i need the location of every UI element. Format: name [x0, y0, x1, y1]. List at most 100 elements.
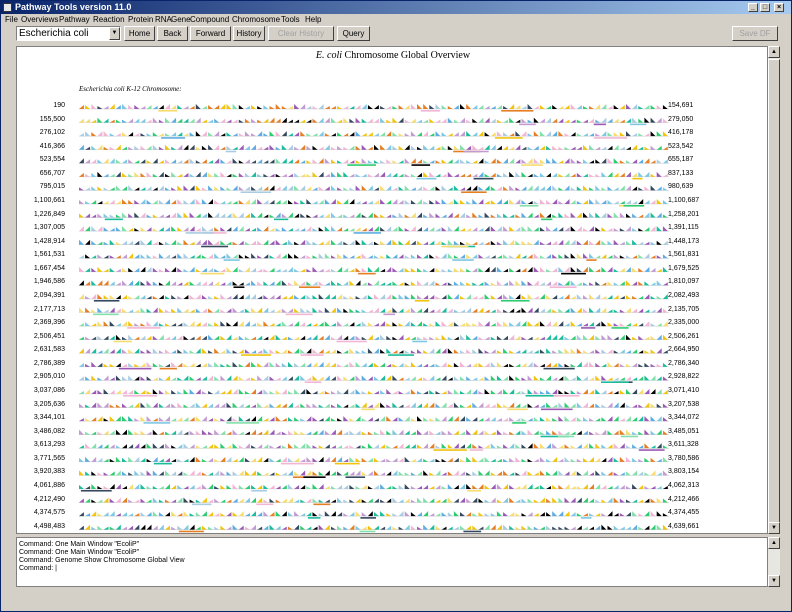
gene-mark[interactable] [361, 294, 367, 299]
gene-mark[interactable] [509, 443, 515, 449]
gene-mark[interactable] [417, 186, 422, 191]
gene-mark[interactable] [656, 443, 662, 449]
gene-mark[interactable] [115, 214, 121, 218]
gene-mark[interactable] [429, 336, 435, 340]
gene-mark[interactable] [220, 159, 226, 164]
gene-mark[interactable] [576, 525, 582, 530]
gene-mark[interactable] [410, 485, 416, 489]
gene-mark[interactable] [478, 186, 484, 191]
gene-mark[interactable] [85, 187, 91, 191]
gene-mark[interactable] [189, 430, 195, 435]
gene-mark[interactable] [576, 267, 582, 272]
gene-mark[interactable] [490, 483, 496, 489]
gene-mark[interactable] [79, 239, 84, 245]
gene-mark[interactable] [386, 525, 392, 530]
gene-mark[interactable] [552, 240, 558, 245]
gene-mark[interactable] [558, 511, 564, 517]
gene-mark[interactable] [423, 227, 429, 232]
gene-mark[interactable] [484, 160, 490, 164]
gene-mark[interactable] [189, 376, 195, 381]
gene-mark[interactable] [466, 160, 472, 164]
gene-mark[interactable] [435, 499, 441, 503]
gene-mark[interactable] [79, 498, 84, 503]
gene-mark[interactable] [589, 282, 594, 286]
gene-mark[interactable] [343, 445, 349, 449]
gene-mark[interactable] [171, 471, 177, 476]
gene-mark[interactable] [269, 255, 275, 259]
gene-mark[interactable] [288, 228, 293, 232]
gene-mark[interactable] [435, 484, 441, 489]
gene-mark[interactable] [79, 144, 84, 150]
gene-mark[interactable] [165, 389, 170, 394]
operon-bar[interactable] [304, 381, 322, 383]
gene-mark[interactable] [539, 484, 545, 489]
gene-mark[interactable] [146, 499, 152, 503]
gene-mark[interactable] [453, 226, 459, 232]
gene-mark[interactable] [539, 255, 545, 259]
gene-mark[interactable] [410, 293, 416, 299]
gene-mark[interactable] [423, 377, 429, 381]
gene-mark[interactable] [343, 388, 349, 394]
gene-mark[interactable] [539, 456, 545, 462]
gene-mark[interactable] [355, 131, 361, 137]
gene-mark[interactable] [576, 186, 582, 191]
gene-mark[interactable] [632, 255, 638, 259]
gene-mark[interactable] [374, 226, 379, 232]
gene-mark[interactable] [85, 281, 91, 286]
gene-mark[interactable] [177, 173, 183, 177]
gene-mark[interactable] [490, 266, 496, 272]
gene-mark[interactable] [128, 513, 134, 517]
gene-mark[interactable] [165, 227, 170, 232]
gene-mark[interactable] [128, 240, 134, 245]
operon-bar[interactable] [280, 462, 314, 465]
gene-mark[interactable] [576, 240, 582, 245]
gene-mark[interactable] [232, 158, 238, 164]
operon-bar[interactable] [299, 286, 321, 289]
gene-mark[interactable] [208, 418, 213, 422]
gene-mark[interactable] [343, 198, 349, 204]
gene-mark[interactable] [374, 457, 379, 462]
gene-mark[interactable] [183, 294, 189, 299]
gene-mark[interactable] [576, 390, 582, 394]
gene-mark[interactable] [294, 404, 300, 408]
gene-mark[interactable] [453, 213, 459, 218]
gene-mark[interactable] [324, 158, 330, 164]
operon-bar[interactable] [359, 530, 376, 533]
gene-mark[interactable] [558, 173, 564, 177]
gene-mark[interactable] [324, 239, 330, 245]
gene-mark[interactable] [441, 253, 447, 259]
gene-mark[interactable] [626, 160, 631, 164]
gene-mark[interactable] [195, 171, 201, 177]
gene-mark[interactable] [398, 484, 404, 489]
gene-mark[interactable] [146, 335, 152, 340]
gene-mark[interactable] [288, 173, 293, 177]
gene-mark[interactable] [619, 443, 625, 449]
gene-mark[interactable] [576, 361, 582, 367]
gene-mark[interactable] [662, 214, 668, 218]
gene-mark[interactable] [208, 239, 213, 245]
gene-mark[interactable] [410, 512, 416, 517]
gene-mark[interactable] [447, 133, 453, 137]
gene-mark[interactable] [251, 253, 256, 259]
gene-mark[interactable] [478, 483, 484, 489]
gene-mark[interactable] [460, 131, 465, 137]
gene-mark[interactable] [509, 322, 515, 327]
gene-mark[interactable] [324, 361, 330, 367]
gene-mark[interactable] [177, 484, 183, 489]
gene-mark[interactable] [300, 418, 306, 422]
gene-mark[interactable] [140, 376, 146, 381]
gene-mark[interactable] [312, 512, 318, 517]
gene-mark[interactable] [576, 430, 582, 435]
gene-mark[interactable] [214, 403, 220, 408]
gene-mark[interactable] [294, 213, 300, 218]
gene-mark[interactable] [576, 307, 582, 313]
gene-mark[interactable] [558, 484, 564, 489]
gene-mark[interactable] [650, 375, 656, 381]
gene-mark[interactable] [257, 307, 263, 313]
gene-mark[interactable] [361, 375, 367, 381]
gene-mark[interactable] [349, 524, 355, 530]
gene-mark[interactable] [496, 483, 502, 489]
gene-mark[interactable] [638, 513, 644, 517]
gene-mark[interactable] [226, 499, 232, 503]
gene-mark[interactable] [355, 295, 361, 299]
